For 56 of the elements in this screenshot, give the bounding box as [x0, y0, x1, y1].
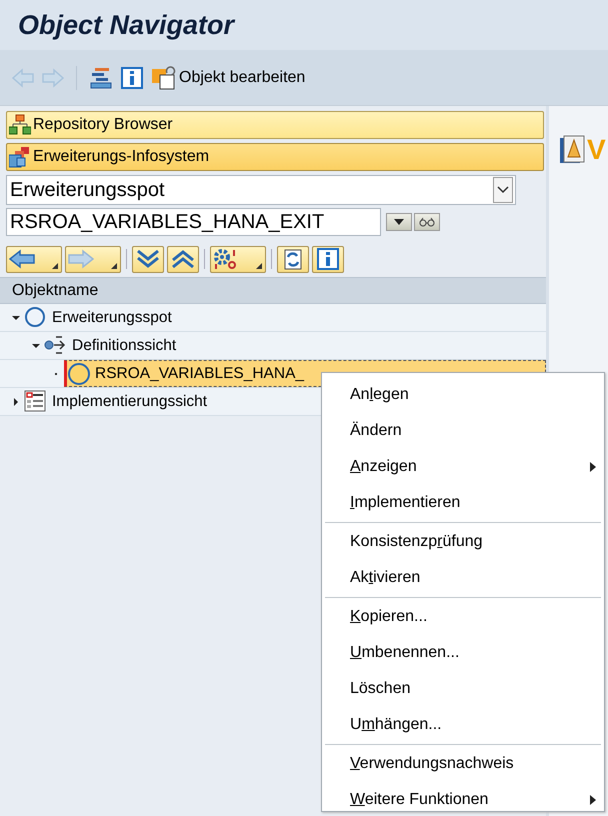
object-name-field[interactable]: RSROA_VARIABLES_HANA_EXIT: [6, 208, 381, 236]
dropdown-button[interactable]: [386, 213, 412, 231]
settings-button[interactable]: [210, 246, 266, 272]
double-chevron-down-icon: [135, 248, 161, 270]
page-heading: V: [587, 134, 606, 166]
submenu-arrow-icon: [590, 462, 596, 472]
info-icon: [121, 66, 143, 88]
column-header: Objektname: [0, 277, 546, 304]
right-arrow-icon: [42, 68, 64, 88]
menu-item[interactable]: Implementieren: [322, 485, 604, 521]
back-button[interactable]: [6, 246, 62, 272]
expand-all-button[interactable]: [132, 246, 164, 272]
collapse-icon[interactable]: [32, 342, 40, 350]
collapse-all-button[interactable]: [167, 246, 199, 272]
forward-button[interactable]: [65, 246, 121, 272]
menu-item[interactable]: Verwendungsnachweis: [322, 746, 604, 782]
double-chevron-up-icon: [170, 248, 196, 270]
window-title: Object Navigator: [18, 10, 234, 40]
menu-item[interactable]: Aktivieren: [322, 560, 604, 596]
object-type-dropdown[interactable]: Erweiterungsspot: [6, 175, 516, 205]
circle-icon: [67, 362, 91, 386]
browser-tab[interactable]: Erweiterungs-Infosystem: [6, 143, 544, 171]
edit-object-button[interactable]: Objekt bearbeiten: [149, 62, 308, 92]
menu-item[interactable]: Anzeigen: [322, 449, 604, 485]
left-arrow-icon: [9, 248, 35, 270]
menu-item[interactable]: Weitere Funktionen: [322, 782, 604, 816]
tree-item[interactable]: Implementierungssicht: [24, 389, 214, 414]
stack-icon: [89, 66, 113, 90]
menu-item[interactable]: Löschen: [322, 671, 604, 707]
glasses-icon: [419, 217, 435, 227]
glasses-button[interactable]: [414, 213, 440, 231]
refresh-button[interactable]: [277, 246, 309, 272]
list-icon: [24, 390, 48, 414]
collapse-icon[interactable]: [12, 314, 20, 322]
menu-item[interactable]: Kopieren...: [322, 599, 604, 635]
menu-item[interactable]: Konsistenzprüfung: [322, 524, 604, 560]
menu-item[interactable]: Umbenennen...: [322, 635, 604, 671]
documents-icon: [151, 64, 177, 90]
hierarchy-icon: [9, 114, 31, 136]
submenu-arrow-icon: [590, 795, 596, 805]
gears-icon: [213, 248, 239, 270]
info-button[interactable]: [312, 246, 344, 272]
corner-triangle-icon: [52, 262, 58, 268]
info-icon: [315, 248, 341, 270]
windows-icon: [9, 146, 31, 168]
right-arrow-icon: [68, 248, 94, 270]
chevron-down-icon: [497, 186, 509, 194]
menu-item[interactable]: Umhängen...: [322, 707, 604, 743]
left-arrow-icon: [12, 68, 34, 88]
caret-icon: [394, 219, 404, 225]
expand-icon[interactable]: [12, 398, 20, 406]
corner-triangle-icon: [111, 262, 117, 268]
browser-tab[interactable]: Repository Browser: [6, 111, 544, 139]
menu-item[interactable]: Ändern: [322, 413, 604, 449]
book-icon: [559, 135, 585, 165]
corner-triangle-icon: [256, 262, 262, 268]
